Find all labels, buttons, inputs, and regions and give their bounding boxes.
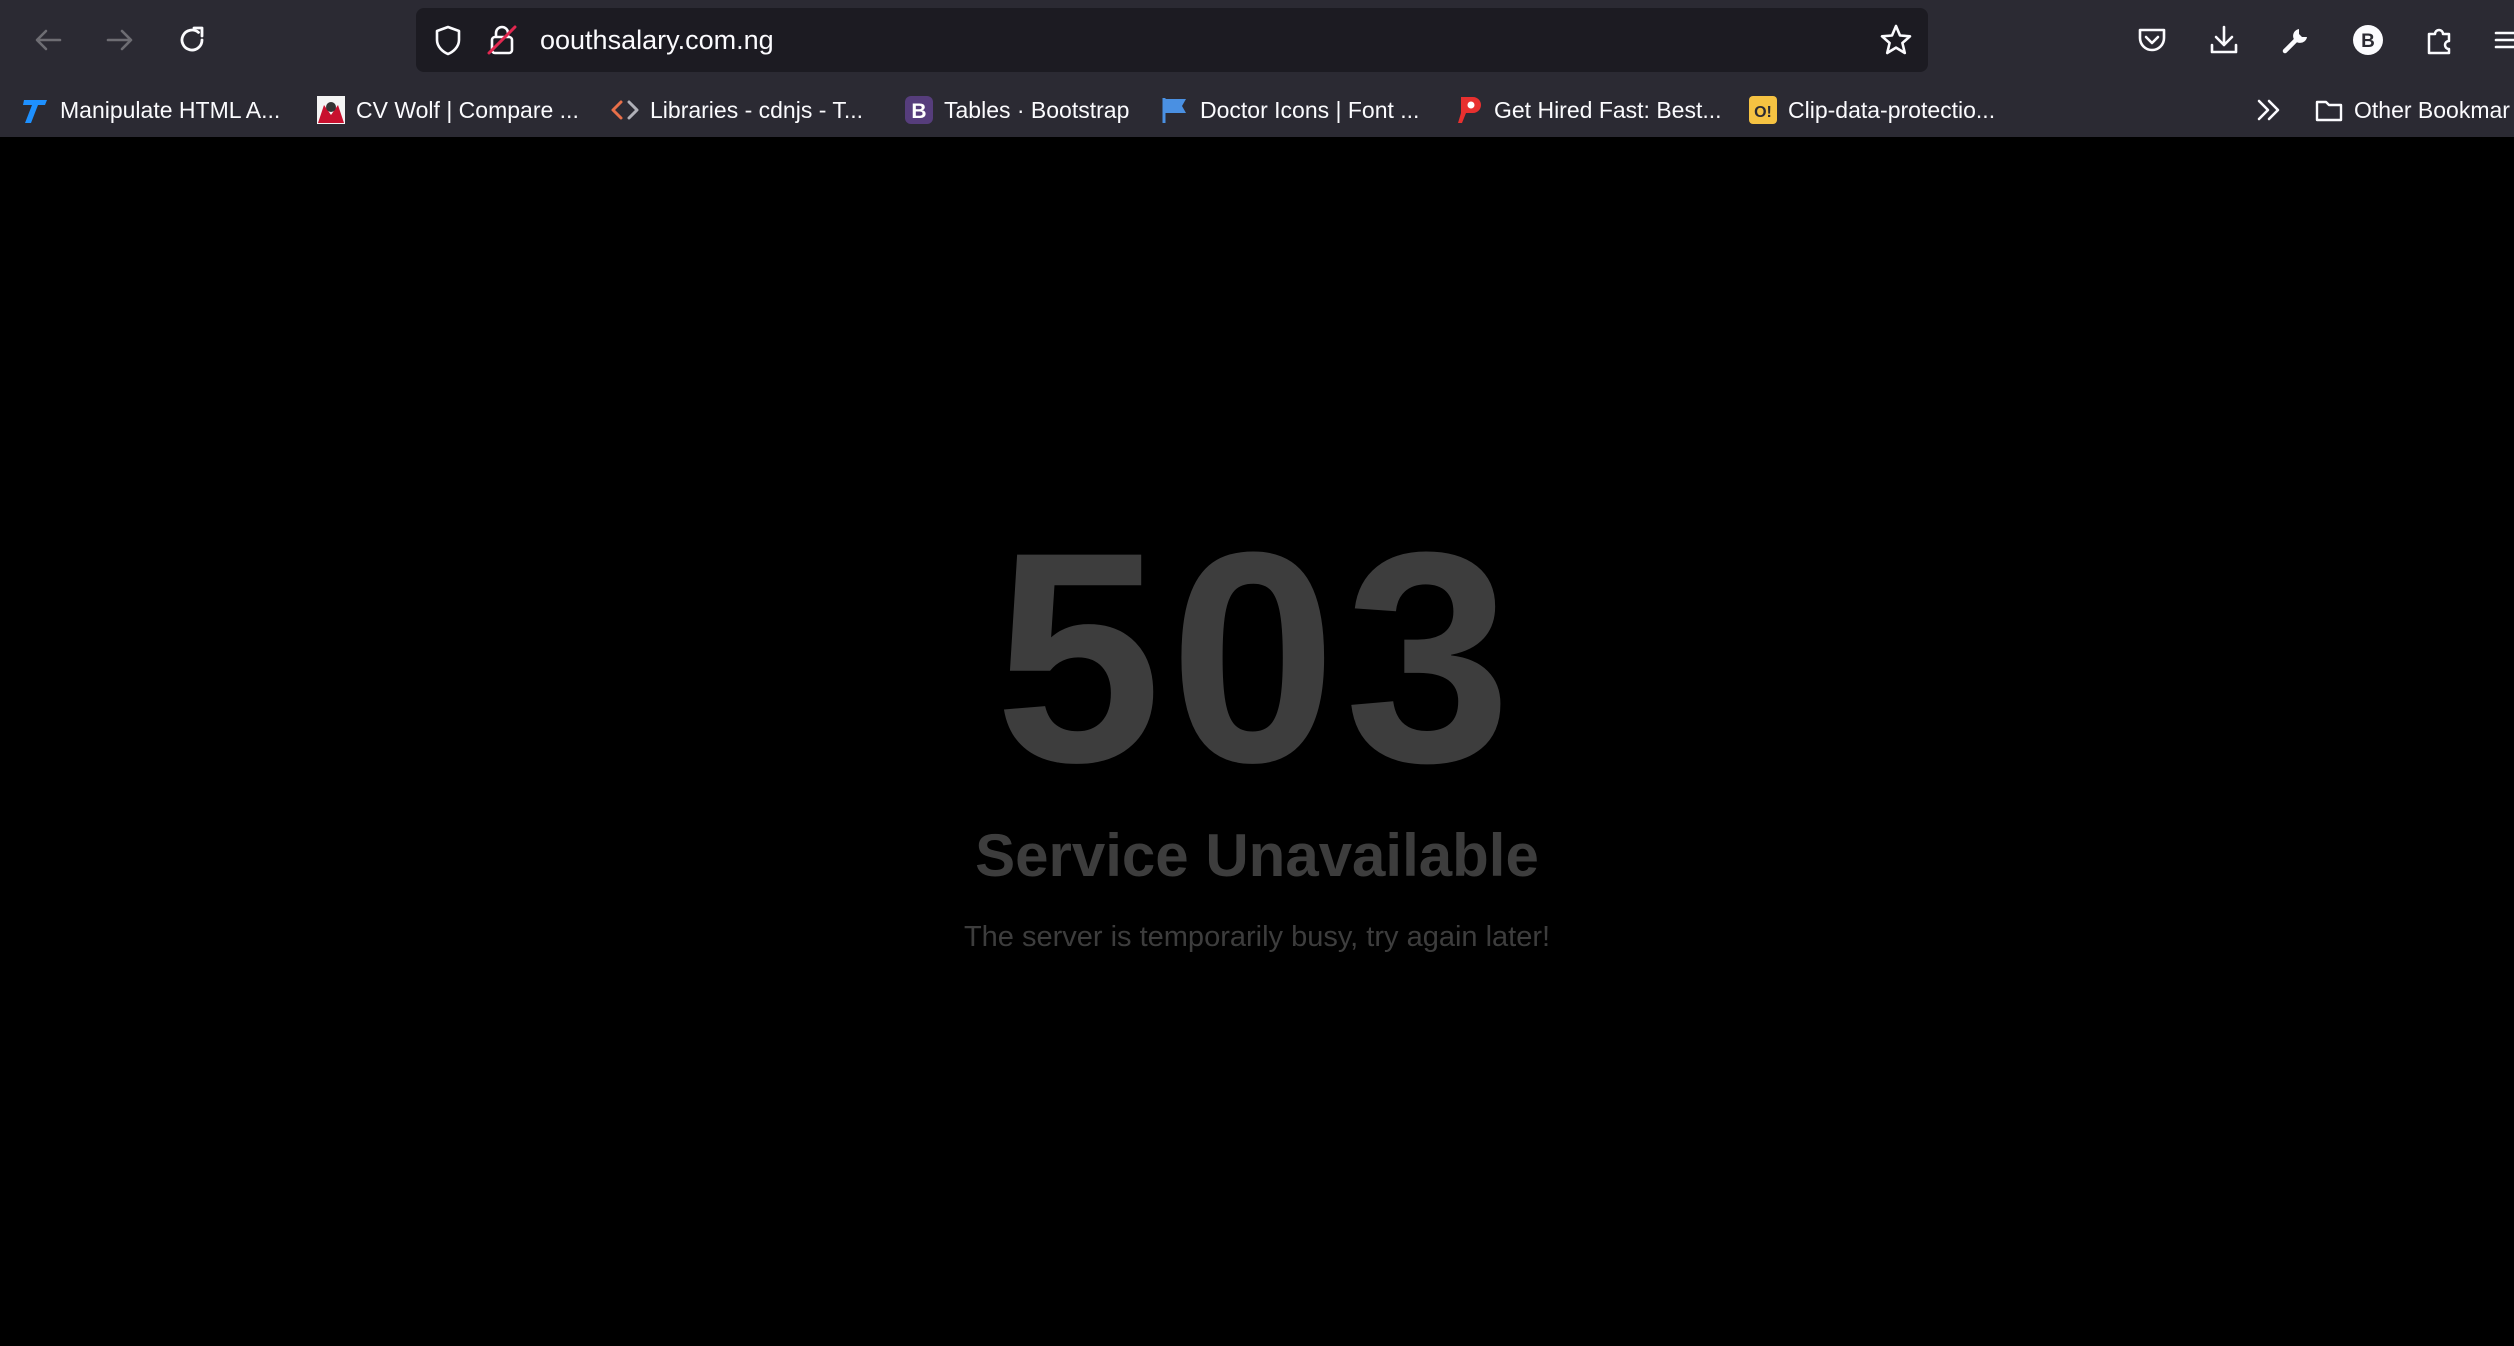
profile-button[interactable]: B bbox=[2346, 18, 2390, 62]
svg-text:O!: O! bbox=[1754, 104, 1772, 121]
bookmark-doctor-icons[interactable]: Doctor Icons | Font ... bbox=[1160, 88, 1419, 132]
devtools-button[interactable] bbox=[2274, 18, 2318, 62]
t-logo-icon bbox=[20, 95, 50, 125]
browser-chrome: oouthsalary.com.ng B Manipulate HTML A..… bbox=[0, 0, 2514, 137]
insecure-lock-icon[interactable] bbox=[484, 22, 520, 58]
bookmark-get-hired-fast[interactable]: Get Hired Fast: Best... bbox=[1454, 88, 1722, 132]
bookmark-bootstrap-tables[interactable]: B Tables · Bootstrap bbox=[904, 88, 1129, 132]
bookmark-manipulate-html[interactable]: Manipulate HTML A... bbox=[20, 88, 280, 132]
code-brackets-icon bbox=[610, 95, 640, 125]
bookmark-label: CV Wolf | Compare ... bbox=[356, 96, 579, 123]
puzzle-piece-icon bbox=[2427, 28, 2451, 55]
double-chevron-right-icon bbox=[2254, 95, 2284, 125]
back-button[interactable] bbox=[24, 16, 72, 64]
reload-button[interactable] bbox=[168, 16, 216, 64]
bookmark-cv-wolf[interactable]: CV Wolf | Compare ... bbox=[316, 88, 579, 132]
other-bookmarks-label: Other Bookmar bbox=[2354, 96, 2510, 123]
bookmark-star-icon[interactable] bbox=[1878, 22, 1914, 58]
url-text[interactable]: oouthsalary.com.ng bbox=[540, 8, 774, 72]
pocket-icon bbox=[2138, 28, 2166, 52]
wrench-icon bbox=[2282, 29, 2307, 54]
o-logo-icon: O! bbox=[1748, 95, 1778, 125]
pocket-button[interactable] bbox=[2130, 18, 2174, 62]
svg-text:B: B bbox=[911, 100, 926, 123]
bookmark-cdnjs[interactable]: Libraries - cdnjs - T... bbox=[610, 88, 863, 132]
hamburger-menu-icon bbox=[2494, 31, 2514, 49]
other-bookmarks-folder[interactable]: Other Bookmar bbox=[2314, 88, 2510, 132]
svg-text:B: B bbox=[2361, 31, 2375, 52]
bookmark-label: Manipulate HTML A... bbox=[60, 96, 281, 123]
bookmark-label: Tables · Bootstrap bbox=[944, 96, 1130, 123]
app-menu-button[interactable] bbox=[2490, 18, 2514, 62]
error-message: The server is temporarily busy, try agai… bbox=[963, 921, 1551, 953]
error-code: 503 bbox=[994, 489, 1520, 825]
cvwolf-icon bbox=[316, 95, 346, 125]
downloads-button[interactable] bbox=[2202, 18, 2246, 62]
navigation-toolbar: oouthsalary.com.ng B bbox=[0, 0, 2514, 80]
error-title: Service Unavailable bbox=[975, 822, 1539, 889]
bookmark-clip-data-protection[interactable]: O! Clip-data-protectio... bbox=[1748, 88, 1995, 132]
bookmark-label: Libraries - cdnjs - T... bbox=[650, 96, 864, 123]
download-icon bbox=[2210, 25, 2238, 54]
bookmarks-toolbar: Manipulate HTML A... CV Wolf | Compare .… bbox=[0, 84, 2514, 136]
address-bar[interactable]: oouthsalary.com.ng bbox=[416, 8, 1928, 72]
bookmarks-overflow-button[interactable] bbox=[2254, 88, 2294, 132]
flag-icon bbox=[1160, 95, 1190, 125]
folder-icon bbox=[2314, 95, 2344, 125]
bookmark-label: Clip-data-protectio... bbox=[1788, 96, 1996, 123]
bookmark-label: Doctor Icons | Font ... bbox=[1200, 96, 1420, 123]
p-logo-icon bbox=[1454, 95, 1484, 125]
reload-icon bbox=[180, 26, 204, 52]
forward-arrow-icon bbox=[106, 29, 133, 51]
back-arrow-icon bbox=[35, 29, 62, 51]
forward-button[interactable] bbox=[96, 16, 144, 64]
page-content: 503 Service Unavailable The server is te… bbox=[0, 137, 2514, 1346]
avatar: B bbox=[2353, 25, 2383, 55]
tracking-shield-icon[interactable] bbox=[430, 22, 466, 58]
extensions-button[interactable] bbox=[2418, 18, 2462, 62]
bootstrap-icon: B bbox=[904, 95, 934, 125]
bookmark-label: Get Hired Fast: Best... bbox=[1494, 96, 1722, 123]
